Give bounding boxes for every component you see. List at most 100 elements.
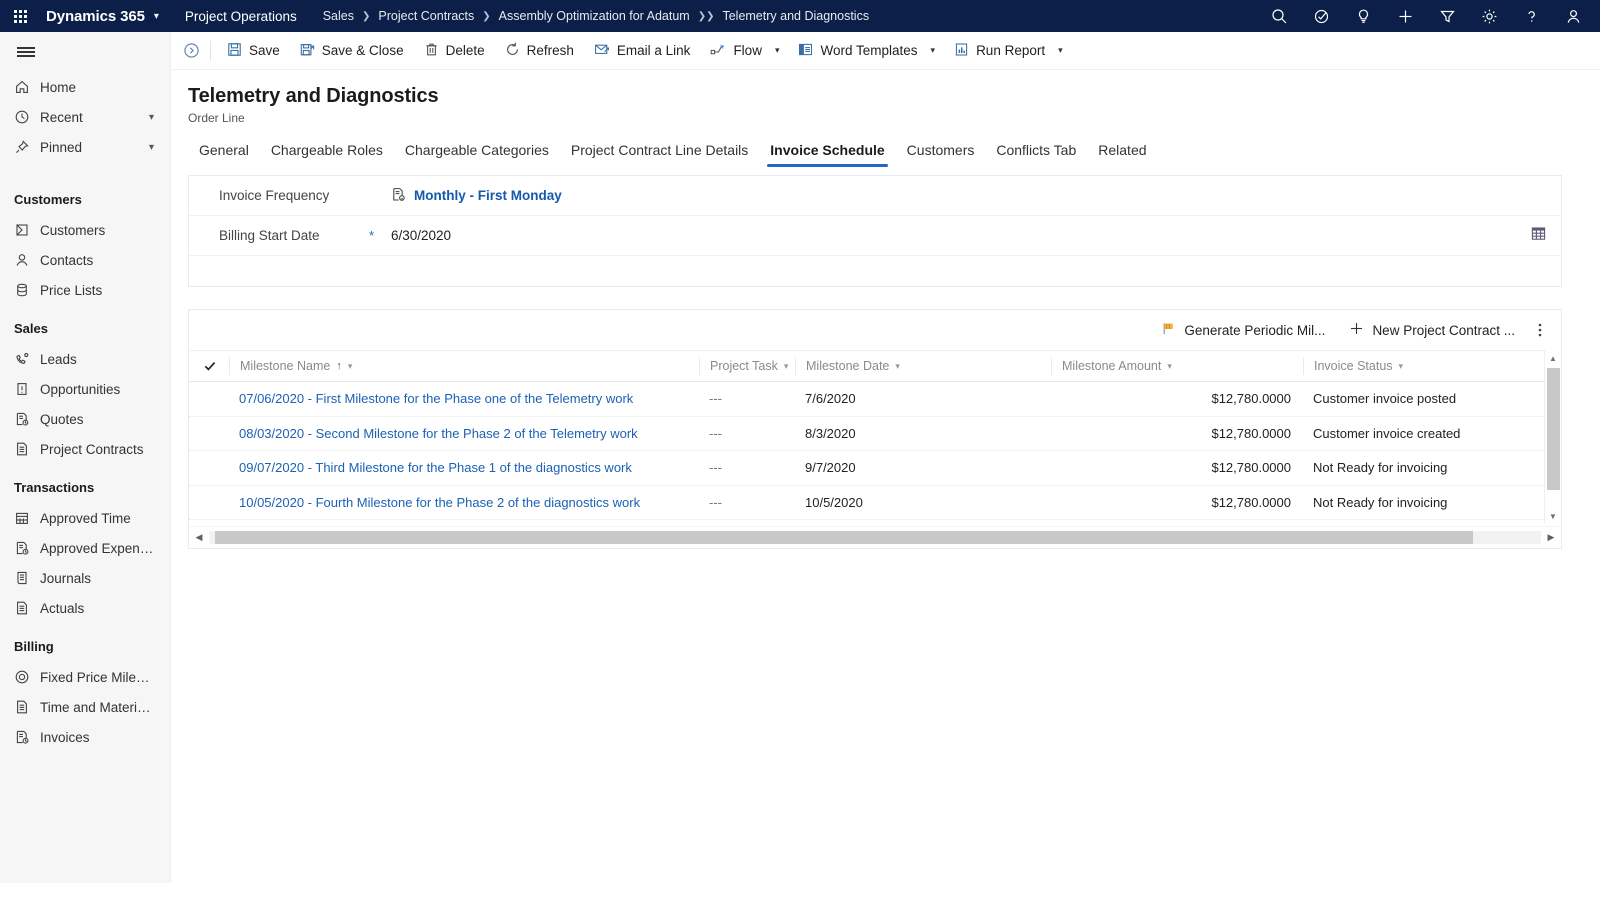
tab-general[interactable]: General xyxy=(188,142,260,167)
tab-customers[interactable]: Customers xyxy=(896,142,986,167)
cell-milestone-name[interactable]: 07/06/2020 - First Milestone for the Pha… xyxy=(229,391,699,406)
caret-left-icon[interactable]: ◀ xyxy=(189,527,209,549)
breadcrumb-item-assembly-optimization[interactable]: Assembly Optimization for Adatum xyxy=(499,9,690,23)
save-and-close-button[interactable]: Save & Close xyxy=(290,32,414,70)
menu-icon[interactable] xyxy=(4,32,48,72)
horizontal-scrollbar-track[interactable] xyxy=(209,531,1541,544)
sidebar-item-label: Journals xyxy=(40,570,92,586)
cell-milestone-name[interactable]: 10/05/2020 - Fourth Milestone for the Ph… xyxy=(229,495,699,510)
sort-ascending-icon: ↑ xyxy=(336,360,342,372)
grid-horizontal-scrollbar[interactable]: ◀ ▶ xyxy=(189,526,1561,548)
run-report-chevron-down-icon[interactable]: ▾ xyxy=(1055,32,1072,70)
generate-periodic-milestones-button[interactable]: Generate Periodic Mil... xyxy=(1149,314,1337,346)
sidebar-item-approved-expenses[interactable]: Approved Expenses xyxy=(0,533,170,563)
app-name[interactable]: Project Operations xyxy=(185,9,297,24)
search-icon[interactable] xyxy=(1258,0,1300,32)
breadcrumb-item-sales[interactable]: Sales xyxy=(323,9,354,23)
sidebar-item-project-contracts[interactable]: Project Contracts xyxy=(0,434,170,464)
chevron-down-icon[interactable]: ▾ xyxy=(1399,361,1404,372)
tab-chargeable-roles[interactable]: Chargeable Roles xyxy=(260,142,394,167)
caret-up-icon[interactable]: ▲ xyxy=(1545,350,1561,366)
chevron-down-icon[interactable]: ▾ xyxy=(149,142,154,153)
word-templates-button[interactable]: Word Templates xyxy=(788,32,927,70)
sidebar-item-approved-time[interactable]: Approved Time xyxy=(0,503,170,533)
cell-milestone-name[interactable]: 09/07/2020 - Third Milestone for the Pha… xyxy=(229,460,699,475)
refresh-button[interactable]: Refresh xyxy=(495,32,584,70)
top-bar-actions xyxy=(1258,0,1594,32)
tab-conflicts-tab[interactable]: Conflicts Tab xyxy=(985,142,1087,167)
page-title: Telemetry and Diagnostics xyxy=(188,85,439,107)
email-a-link-button[interactable]: Email a Link xyxy=(584,32,701,70)
save-button[interactable]: Save xyxy=(217,32,290,70)
sidebar-item-invoices[interactable]: Invoices xyxy=(0,722,170,752)
sidebar-item-quotes[interactable]: Quotes xyxy=(0,404,170,434)
table-row[interactable]: 10/05/2020 - Fourth Milestone for the Ph… xyxy=(189,486,1561,520)
select-all-checkbox[interactable] xyxy=(203,359,229,373)
tab-project-contract-line-details[interactable]: Project Contract Line Details xyxy=(560,142,759,167)
caret-down-icon[interactable]: ▼ xyxy=(1545,508,1561,524)
cell-milestone-name[interactable]: 08/03/2020 - Second Milestone for the Ph… xyxy=(229,426,699,441)
column-header-invoice-status[interactable]: Invoice Status ▾ xyxy=(1303,357,1535,375)
more-vertical-icon[interactable] xyxy=(1527,314,1553,346)
table-row[interactable]: 07/06/2020 - First Milestone for the Pha… xyxy=(189,382,1561,417)
chevron-down-icon[interactable]: ▾ xyxy=(895,361,900,372)
sidebar-item-recent[interactable]: Recent ▾ xyxy=(0,102,170,132)
brand-title[interactable]: Dynamics 365 xyxy=(46,8,145,25)
flow-chevron-down-icon[interactable]: ▾ xyxy=(772,32,789,70)
new-project-contract-milestone-button[interactable]: New Project Contract ... xyxy=(1337,314,1527,346)
user-avatar-icon[interactable] xyxy=(1552,0,1594,32)
column-header-milestone-amount[interactable]: Milestone Amount ▾ xyxy=(1051,357,1303,375)
brand-chevron-down-icon[interactable]: ▾ xyxy=(154,11,159,22)
sidebar-item-label: Opportunities xyxy=(40,381,121,397)
sidebar-item-home[interactable]: Home xyxy=(0,72,170,102)
breadcrumb-item-telemetry-and-diagnostics[interactable]: Telemetry and Diagnostics xyxy=(722,9,869,23)
run-report-button[interactable]: Run Report xyxy=(944,32,1055,70)
tab-chargeable-categories[interactable]: Chargeable Categories xyxy=(394,142,560,167)
invoice-frequency-value[interactable]: Monthly - First Monday xyxy=(391,187,562,205)
flow-icon xyxy=(710,42,726,59)
table-row[interactable]: 09/07/2020 - Third Milestone for the Pha… xyxy=(189,451,1561,486)
diagnostics-icon[interactable] xyxy=(1300,0,1342,32)
sidebar-item-price-lists[interactable]: Price Lists xyxy=(0,275,170,305)
cell-invoice-status: Not Ready for invoicing xyxy=(1313,460,1448,476)
flow-button[interactable]: Flow xyxy=(700,32,772,70)
breadcrumb-item-project-contracts[interactable]: Project Contracts xyxy=(378,9,474,23)
tab-related[interactable]: Related xyxy=(1087,142,1157,167)
lightbulb-icon[interactable] xyxy=(1342,0,1384,32)
billing-start-date-input[interactable]: 6/30/2020 xyxy=(391,228,451,243)
horizontal-scrollbar-thumb[interactable] xyxy=(215,531,1473,544)
filter-icon[interactable] xyxy=(1426,0,1468,32)
sidebar-item-contacts[interactable]: Contacts xyxy=(0,245,170,275)
help-icon[interactable] xyxy=(1510,0,1552,32)
word-templates-chevron-down-icon[interactable]: ▾ xyxy=(928,32,945,70)
gear-icon[interactable] xyxy=(1468,0,1510,32)
column-header-milestone-name[interactable]: Milestone Name ↑ ▾ xyxy=(229,357,699,375)
table-row[interactable]: 08/03/2020 - Second Milestone for the Ph… xyxy=(189,417,1561,451)
column-header-project-task[interactable]: Project Task ▾ xyxy=(699,357,795,375)
sidebar-item-actuals[interactable]: Actuals xyxy=(0,593,170,623)
sidebar-item-fixed-price-milestones[interactable]: Fixed Price Milestones xyxy=(0,662,170,692)
chevron-down-icon[interactable]: ▾ xyxy=(149,112,154,123)
sidebar-item-journals[interactable]: Journals xyxy=(0,563,170,593)
sidebar-group-sales: Sales xyxy=(14,321,48,336)
breadcrumb: Sales ❯ Project Contracts ❯ Assembly Opt… xyxy=(323,9,869,23)
calendar-icon[interactable] xyxy=(1530,225,1547,247)
sidebar-item-leads[interactable]: Leads xyxy=(0,344,170,374)
tab-invoice-schedule[interactable]: Invoice Schedule xyxy=(759,142,895,167)
sidebar-item-pinned[interactable]: Pinned ▾ xyxy=(0,132,170,162)
chevron-down-icon[interactable]: ▾ xyxy=(1167,361,1172,372)
grid-vertical-scrollbar[interactable]: ▲ ▼ xyxy=(1544,350,1561,524)
app-launcher-button[interactable] xyxy=(0,0,40,32)
sidebar-item-time-and-material-billing[interactable]: Time and Material Bil... xyxy=(0,692,170,722)
column-header-milestone-date[interactable]: Milestone Date ▾ xyxy=(795,357,1051,375)
chevron-down-icon[interactable]: ▾ xyxy=(348,361,353,372)
delete-button[interactable]: Delete xyxy=(414,32,495,70)
cell-milestone-amount: $12,780.0000 xyxy=(1211,425,1291,441)
chevron-down-icon[interactable]: ▾ xyxy=(784,361,789,372)
caret-right-icon[interactable]: ▶ xyxy=(1541,527,1561,549)
sidebar-item-customers[interactable]: Customers xyxy=(0,215,170,245)
chevron-circle-icon[interactable] xyxy=(172,32,210,70)
sidebar-item-opportunities[interactable]: Opportunities xyxy=(0,374,170,404)
vertical-scrollbar-thumb[interactable] xyxy=(1547,368,1560,490)
plus-icon[interactable] xyxy=(1384,0,1426,32)
